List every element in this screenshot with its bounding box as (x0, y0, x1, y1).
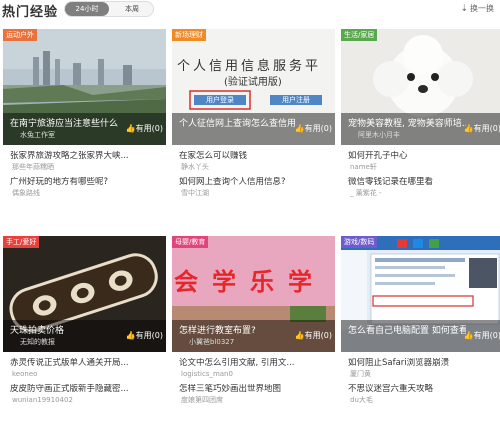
featured-author[interactable]: 阿里木小月丰 (358, 130, 400, 140)
list-item[interactable]: 如何网上查询个人信用信息? 雪中江湖 (179, 177, 329, 198)
item-title[interactable]: 在家怎么可以赚钱 (179, 151, 329, 162)
card-thumbnail[interactable]: 手工/爱好 天珠拍卖价格 无知的教报 👍有用(0) (3, 236, 166, 352)
like-count[interactable]: 👍有用(0) (295, 330, 332, 341)
featured-title[interactable]: 在南宁旅游应当注意些什么 (10, 116, 128, 129)
item-author[interactable]: du大毛 (350, 395, 498, 405)
list-item[interactable]: 在家怎么可以赚钱 静水丫头 (179, 151, 329, 172)
like-label: 有用(0) (304, 124, 332, 133)
category-badge: 手工/爱好 (3, 236, 40, 248)
card-thumbnail[interactable]: 会学乐学 母婴/教育 怎样进行教室布置? 小翼爸bl0327 👍有用(0) (172, 236, 335, 352)
like-count[interactable]: 👍有用(0) (464, 330, 500, 341)
featured-title[interactable]: 怎么看自己电脑配置 如何查看... (348, 323, 466, 336)
featured-title[interactable]: 宠物美容教程, 宠物美容师培... (348, 116, 466, 129)
featured-author[interactable]: 无知的教报 (20, 337, 55, 347)
like-label: 有用(0) (304, 331, 332, 340)
card-thumbnail[interactable]: 生活/家居 宠物美容教程, 宠物美容师培... 阿里木小月丰 👍有用(0) (341, 29, 500, 145)
item-author[interactable]: 雪中江湖 (181, 188, 329, 198)
time-range-tabs: 24小时 本周 (64, 1, 154, 17)
category-badge: 新场理财 (172, 29, 206, 41)
list-item[interactable]: 张家界旅游攻略之张家界大峡... 那些年蒜糯晒 (10, 151, 160, 172)
featured-overlay: 天珠拍卖价格 无知的教报 👍有用(0) (3, 320, 166, 352)
category-badge: 生活/家居 (341, 29, 378, 41)
thumbs-up-icon: 👍 (294, 331, 305, 340)
item-author[interactable]: _ 薰紫花 - (350, 188, 498, 198)
featured-title[interactable]: 天珠拍卖价格 (10, 323, 128, 336)
item-author[interactable]: 厦门黄 (350, 369, 498, 379)
item-author[interactable]: 度娘第四团席 (181, 395, 329, 405)
login-image-button: 用户登录 (206, 96, 234, 104)
thumbs-up-icon: 👍 (125, 331, 136, 340)
register-image-button: 用户注册 (282, 96, 310, 104)
category-badge: 母婴/教育 (172, 236, 209, 248)
tab-week[interactable]: 本周 (111, 2, 153, 16)
item-author[interactable]: wunian19910402 (12, 395, 160, 405)
featured-title[interactable]: 怎样进行教室布置? (179, 323, 297, 336)
featured-overlay: 怎样进行教室布置? 小翼爸bl0327 👍有用(0) (172, 320, 335, 352)
item-author[interactable]: 那些年蒜糯晒 (12, 162, 160, 172)
featured-overlay: 宠物美容教程, 宠物美容师培... 阿里木小月丰 👍有用(0) (341, 113, 500, 145)
category-badge: 运动户外 (3, 29, 37, 41)
like-label: 有用(0) (473, 331, 500, 340)
item-author[interactable]: logistics_man0 (181, 369, 329, 379)
item-title[interactable]: 广州好玩的地方有哪些呢? (10, 177, 160, 188)
list-item[interactable]: 广州好玩的地方有哪些呢? 偶象路线 (10, 177, 160, 198)
image-headline: 个人信用信息服务平 (177, 59, 322, 74)
thumbs-up-icon: 👍 (463, 331, 474, 340)
image-banner-text: 会学乐学 (174, 268, 326, 296)
like-count[interactable]: 👍有用(0) (126, 123, 163, 134)
section-title: 热门经验 (2, 5, 59, 20)
list-item[interactable]: 皮皮防守画正式版新手隐藏密... wunian19910402 (10, 384, 160, 405)
card-thumbnail[interactable]: 运动户外 在南宁旅游应当注意些什么 水兔工作室 👍有用(0) (3, 29, 166, 145)
list-item[interactable]: 微信零钱记录在哪里看 _ 薰紫花 - (348, 177, 498, 198)
item-title[interactable]: 怎样三笔巧妙画出世界地图 (179, 384, 329, 395)
like-label: 有用(0) (135, 331, 163, 340)
list-item[interactable]: 如何开孔子中心 name轩 (348, 151, 498, 172)
thumbs-up-icon: 👍 (294, 124, 305, 133)
item-title[interactable]: 不思议迷宫六重天攻略 (348, 384, 498, 395)
like-label: 有用(0) (135, 124, 163, 133)
featured-overlay: 在南宁旅游应当注意些什么 水兔工作室 👍有用(0) (3, 113, 166, 145)
featured-author[interactable]: 小翼爸bl0327 (189, 337, 234, 347)
thumbs-up-icon: 👍 (125, 124, 136, 133)
section-header: 热门经验 24小时 本周 ⇣ 换一换 (0, 0, 500, 22)
image-subheadline: (验证试用版) (224, 77, 282, 88)
list-item[interactable]: 怎样三笔巧妙画出世界地图 度娘第四团席 (179, 384, 329, 405)
item-author[interactable]: keoneo (12, 369, 160, 379)
featured-author[interactable]: 水兔工作室 (20, 130, 55, 140)
item-title[interactable]: 微信零钱记录在哪里看 (348, 177, 498, 188)
featured-overlay: 怎么看自己电脑配置 如何查看... 👍有用(0) (341, 320, 500, 352)
item-title[interactable]: 张家界旅游攻略之张家界大峡... (10, 151, 160, 162)
refresh-label: 换一换 (470, 4, 494, 13)
category-badge: 游戏/数码 (341, 236, 378, 248)
like-count[interactable]: 👍有用(0) (295, 123, 332, 134)
card-thumbnail[interactable]: 游戏/数码 怎么看自己电脑配置 如何查看... 👍有用(0) (341, 236, 500, 352)
item-title[interactable]: 如何开孔子中心 (348, 151, 498, 162)
tab-24h[interactable]: 24小时 (65, 2, 109, 16)
item-title[interactable]: 皮皮防守画正式版新手隐藏密... (10, 384, 160, 395)
card-thumbnail[interactable]: 个人信用信息服务平 (验证试用版) 用户登录 用户注册 新场理财 个人征信网上查… (172, 29, 335, 145)
item-title[interactable]: 如何阻止Safari浏览器崩溃 (348, 358, 498, 369)
featured-title[interactable]: 个人征信网上查询怎么查信用... (179, 116, 297, 129)
list-item[interactable]: 赤灵传说正式版单人通关开局... keoneo (10, 358, 160, 379)
item-author[interactable]: 静水丫头 (181, 162, 329, 172)
list-item[interactable]: 不思议迷宫六重天攻略 du大毛 (348, 384, 498, 405)
item-author[interactable]: name轩 (350, 162, 498, 172)
list-item[interactable]: 如何阻止Safari浏览器崩溃 厦门黄 (348, 358, 498, 379)
refresh-button[interactable]: ⇣ 换一换 (460, 3, 494, 14)
like-label: 有用(0) (473, 124, 500, 133)
item-title[interactable]: 论文中怎么引用文献, 引用文... (179, 358, 329, 369)
item-author[interactable]: 偶象路线 (12, 188, 160, 198)
item-title[interactable]: 如何网上查询个人信用信息? (179, 177, 329, 188)
list-item[interactable]: 论文中怎么引用文献, 引用文... logistics_man0 (179, 358, 329, 379)
featured-overlay: 个人征信网上查询怎么查信用... 👍有用(0) (172, 113, 335, 145)
like-count[interactable]: 👍有用(0) (464, 123, 500, 134)
thumbs-up-icon: 👍 (463, 124, 474, 133)
like-count[interactable]: 👍有用(0) (126, 330, 163, 341)
item-title[interactable]: 赤灵传说正式版单人通关开局... (10, 358, 160, 369)
refresh-icon: ⇣ (460, 4, 468, 14)
